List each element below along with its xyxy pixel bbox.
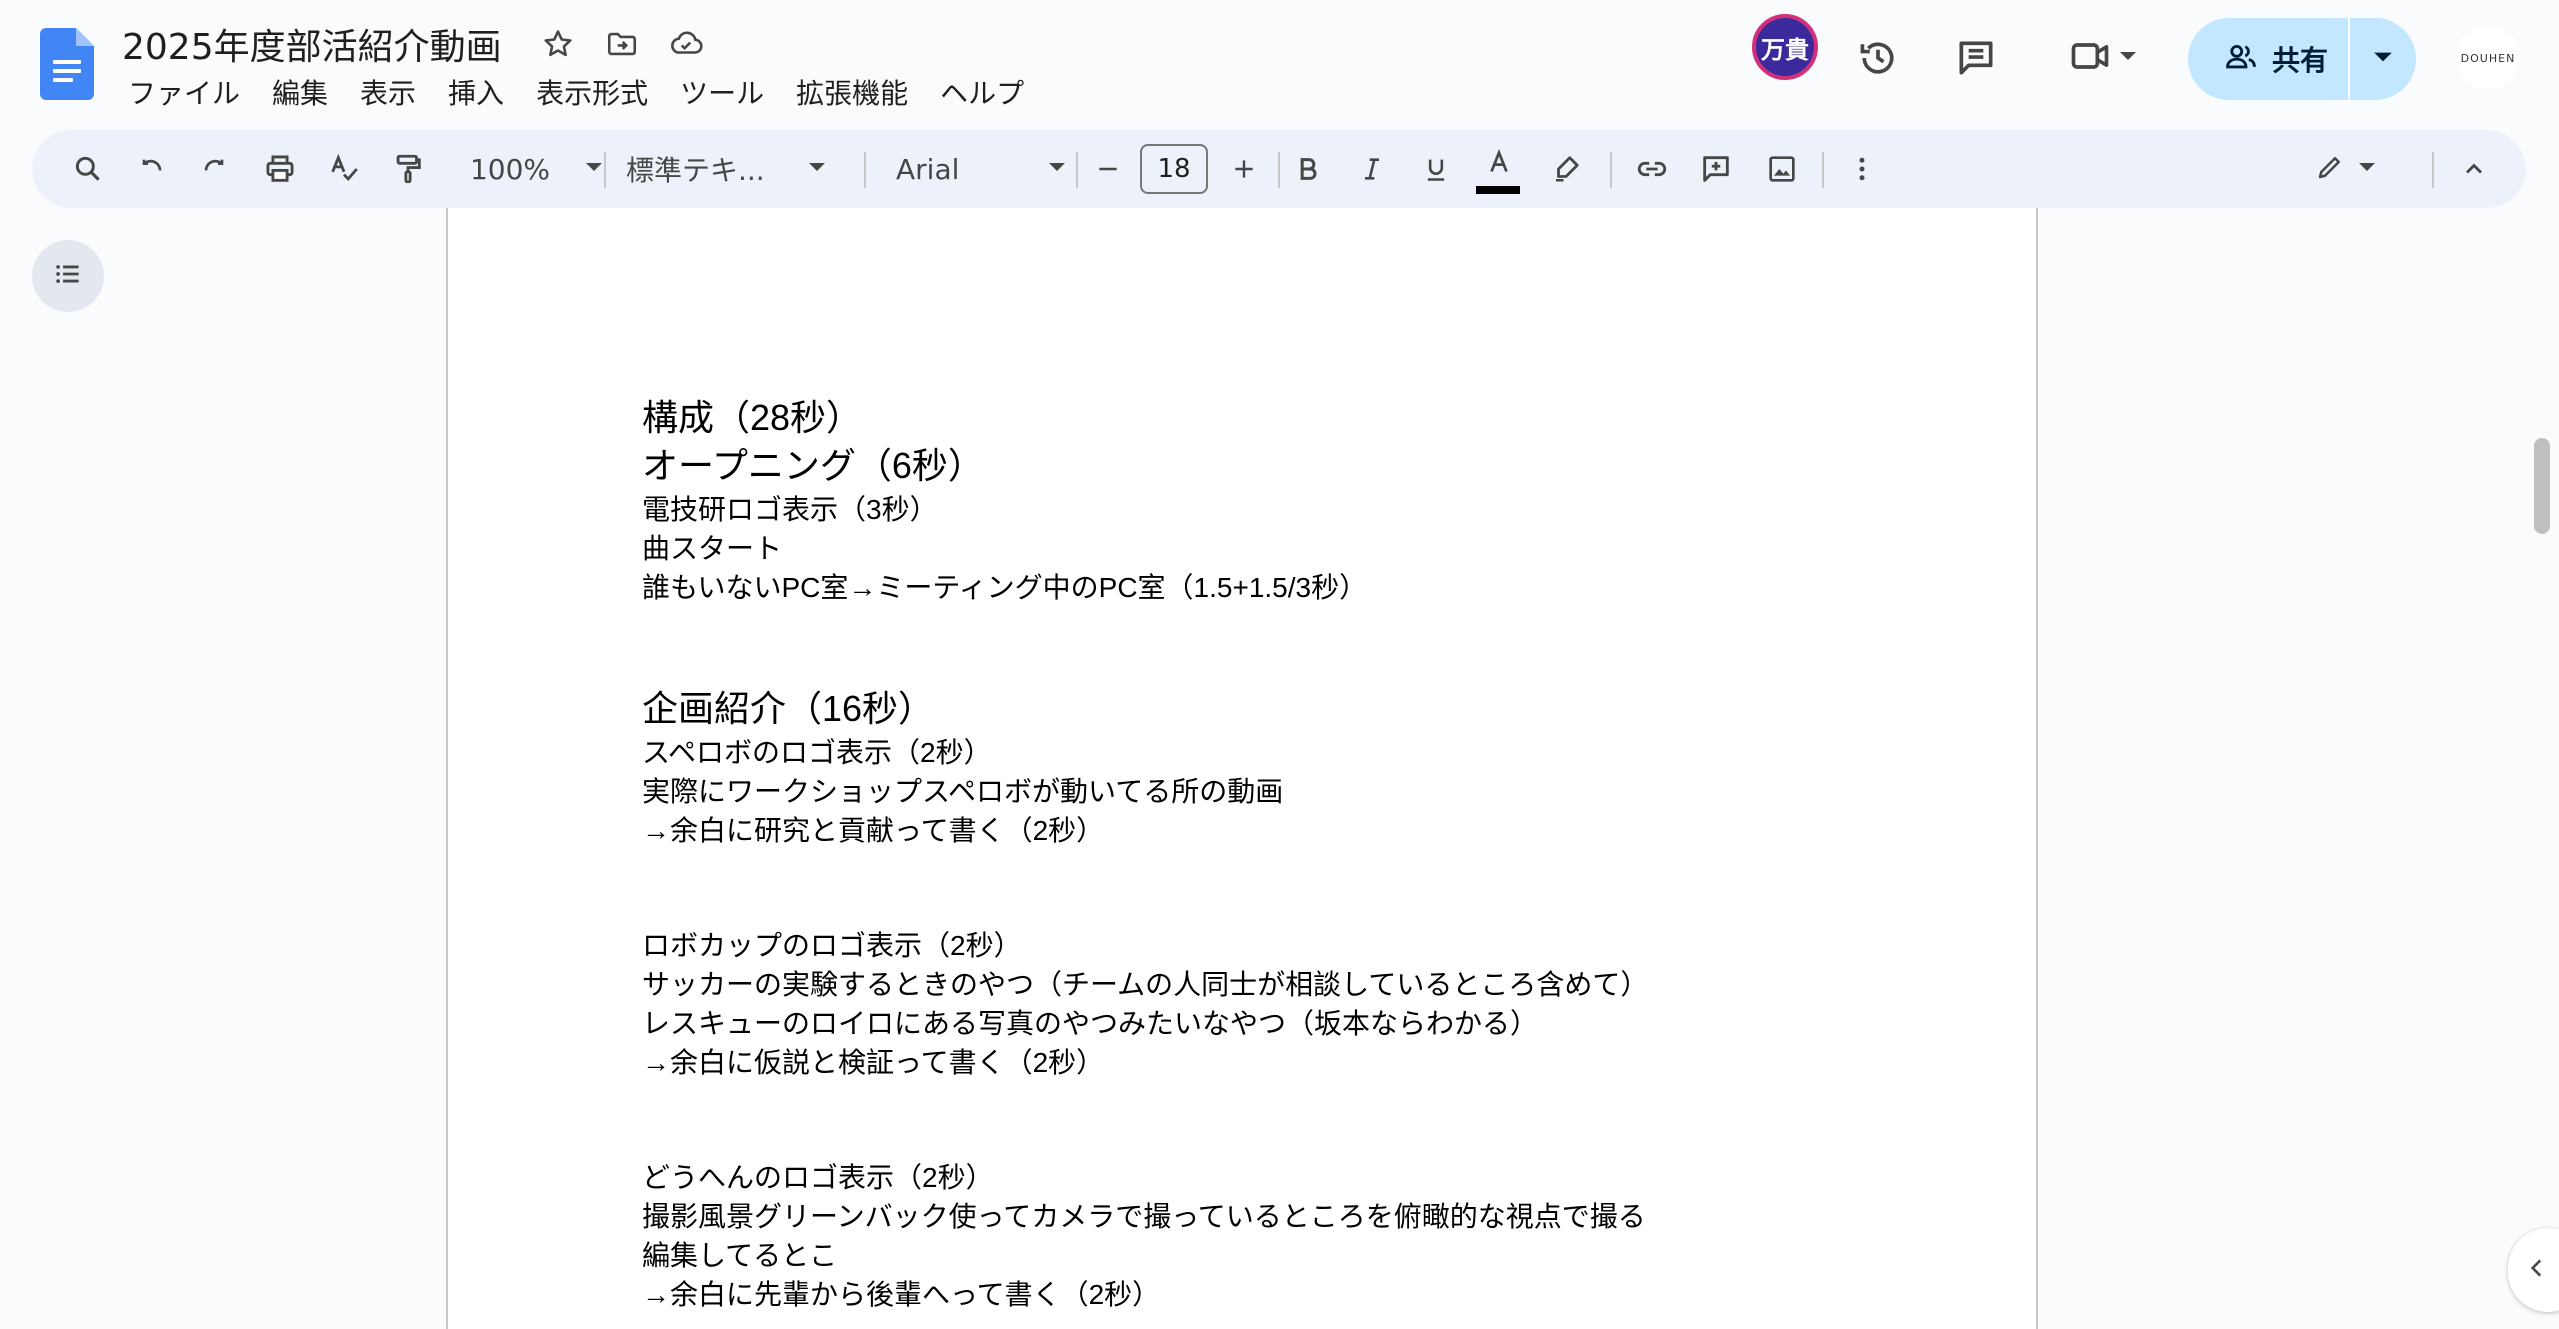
bold-icon[interactable] [1282,130,1334,208]
header: 2025年度部活紹介動画 ファイル 編集 表示 挿入 表示形式 ツール 拡張機能 [0,0,2559,128]
spellcheck-icon[interactable] [318,130,370,208]
doc-line: 企画紹介（16秒） [642,688,935,729]
zoom-select[interactable]: 100% [452,130,622,208]
chevron-down-icon [2357,157,2377,181]
document-body[interactable]: 構成（28秒） オープニング（6秒） 電技研ロゴ表示（3秒） 曲スタート 誰もい… [642,394,1942,1314]
doc-line: 編集してるとこ [642,1240,838,1271]
move-folder-icon[interactable] [602,24,642,64]
comments-icon[interactable] [1946,28,2006,88]
underline-icon[interactable] [1410,130,1462,208]
italic-icon[interactable] [1346,130,1398,208]
side-panel-toggle[interactable] [2508,1228,2559,1312]
doc-line: 撮影風景グリーンバック使ってカメラで撮っているところを俯瞰的な視点で撮る [642,1201,1646,1232]
menu-view[interactable]: 表示 [344,72,432,112]
menu-help[interactable]: ヘルプ [924,72,1040,112]
collaborator-avatar[interactable]: 万貴 [1752,14,1818,80]
pencil-icon [2315,152,2345,186]
print-icon[interactable] [254,130,306,208]
toolbar-divider [1278,152,1280,188]
chevron-down-icon [1047,157,1067,181]
google-docs-window: 2025年度部活紹介動画 ファイル 編集 表示 挿入 表示形式 ツール 拡張機能 [0,0,2559,1329]
share-button[interactable]: 共有 [2188,18,2348,100]
add-comment-icon[interactable] [1690,130,1742,208]
star-icon[interactable] [538,24,578,64]
doc-line: オープニング（6秒） [642,445,984,486]
doc-line: 電技研ロゴ表示（3秒） [642,494,938,525]
document-page[interactable]: 構成（28秒） オープニング（6秒） 電技研ロゴ表示（3秒） 曲スタート 誰もい… [446,208,2038,1329]
doc-line: ロボカップのロゴ表示（2秒） [642,930,1022,961]
toolbar-divider [1822,152,1824,188]
menu-edit[interactable]: 編集 [256,72,344,112]
doc-line: レスキューのロイロにある写真のやつみたいなやつ（坂本ならわかる） [642,1008,1539,1039]
cloud-saved-icon[interactable] [666,24,706,64]
chevron-down-icon [807,157,827,181]
zoom-value: 100% [469,152,551,186]
decrease-font-size-icon[interactable] [1082,130,1134,208]
doc-line: →余白に先輩から後輩へって書く（2秒） [642,1279,1161,1310]
formatting-toolbar: 100% 標準テキ... Arial 18 [32,130,2526,208]
people-icon [2224,40,2258,78]
redo-icon[interactable] [188,130,240,208]
toolbar-divider [864,152,866,188]
font-size-input[interactable]: 18 [1140,144,1208,194]
paint-format-icon[interactable] [382,130,434,208]
account-avatar[interactable]: DOUHEN [2456,26,2520,90]
share-options-button[interactable] [2350,46,2416,72]
doc-line: スペロボのロゴ表示（2秒） [642,737,992,768]
chevron-down-icon [584,157,604,181]
insert-image-icon[interactable] [1756,130,1808,208]
doc-line: 誰もいないPC室→ミーティング中のPC室（1.5+1.5/3秒） [642,572,1368,603]
scrollbar-thumb[interactable] [2534,438,2550,534]
document-title[interactable]: 2025年度部活紹介動画 [122,18,502,70]
document-outline-button[interactable] [32,240,104,312]
chevron-down-icon [2118,46,2138,70]
more-options-icon[interactable] [1836,130,1888,208]
share-button-group: 共有 [2188,18,2416,100]
collapse-menus-icon[interactable] [2448,130,2500,208]
font-select[interactable]: Arial [896,130,1086,208]
highlight-color-icon[interactable] [1540,130,1592,208]
docs-logo-icon[interactable] [40,28,94,100]
version-history-icon[interactable] [1848,28,1908,88]
toolbar-divider [604,152,606,188]
menu-format[interactable]: 表示形式 [520,72,664,112]
chevron-left-icon [2524,1255,2550,1285]
search-menus-icon[interactable] [62,130,114,208]
increase-font-size-icon[interactable] [1218,130,1270,208]
doc-line: →余白に研究と貢献って書く（2秒） [642,815,1105,846]
text-color-swatch [1476,186,1520,194]
doc-line: どうへんのロゴ表示（2秒） [642,1162,994,1193]
chevron-down-icon [2372,46,2394,72]
menu-extensions[interactable]: 拡張機能 [780,72,924,112]
doc-line: 実際にワークショップスペロボが動いてる所の動画 [642,776,1284,807]
toolbar-divider [2432,152,2434,188]
meet-button[interactable] [2058,28,2148,88]
share-label: 共有 [2272,44,2329,77]
doc-line: サッカーの実験するときのやつ（チームの人同士が相談しているところ含めて） [642,969,1649,1000]
list-icon [51,257,85,295]
doc-line: →余白に仮説と検証って書く（2秒） [642,1047,1105,1078]
editing-mode-button[interactable] [2296,130,2396,208]
menu-insert[interactable]: 挿入 [432,72,520,112]
menu-bar: ファイル 編集 表示 挿入 表示形式 ツール 拡張機能 ヘルプ [112,72,1040,112]
toolbar-divider [1610,152,1612,188]
doc-line: 構成（28秒） [642,397,863,438]
doc-line: 曲スタート [642,533,783,564]
paragraph-style-select[interactable]: 標準テキ... [626,130,876,208]
undo-icon[interactable] [126,130,178,208]
menu-tools[interactable]: ツール [664,72,780,112]
text-color-icon[interactable] [1476,130,1522,208]
video-camera-icon [2068,34,2112,82]
insert-link-icon[interactable] [1626,130,1678,208]
toolbar-divider [1076,152,1078,188]
paragraph-style-value: 標準テキ... [626,154,765,187]
title-row: 2025年度部活紹介動画 [122,18,706,70]
menu-file[interactable]: ファイル [112,72,256,112]
title-icons [538,24,706,64]
font-value: Arial [896,152,960,186]
